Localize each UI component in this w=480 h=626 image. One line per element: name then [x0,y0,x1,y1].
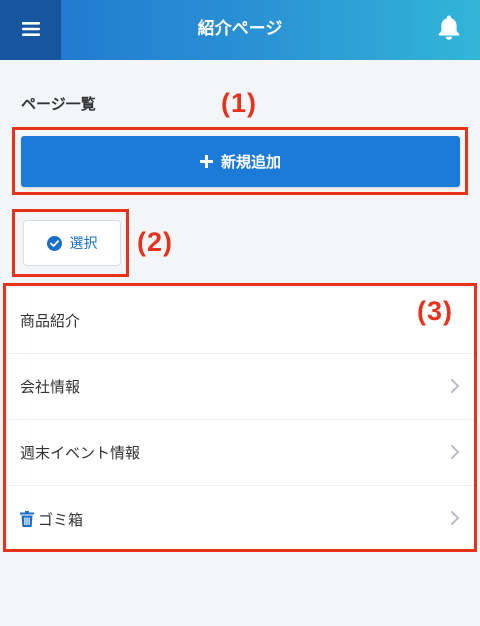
chevron-right-icon [450,510,460,526]
bell-icon [437,14,461,44]
list-item[interactable]: 商品紹介 [8,288,474,354]
select-label: 選択 [69,236,98,252]
list-item-label: 会社情報 [20,378,81,396]
trash-icon [20,511,34,527]
callout-label-2: (2) [137,227,173,257]
callout-label-1: (1) [221,88,257,118]
list-item-label: 週末イベント情報 [20,444,141,462]
list-item-trash[interactable]: ゴミ箱 [8,486,474,552]
list-item-label: ゴミ箱 [38,510,84,529]
list-item-label: 商品紹介 [20,312,81,330]
notification-button[interactable] [436,15,462,43]
add-new-button[interactable]: 新規追加 [21,136,460,187]
chevron-right-icon [450,378,460,394]
app-header: 紹介ページ [0,0,480,60]
add-new-label: 新規追加 [220,153,281,171]
page-title: 紹介ページ [197,19,283,39]
menu-button[interactable] [0,0,61,60]
section-title: ページ一覧 [21,95,96,113]
hamburger-icon [21,21,40,40]
check-circle-icon [46,235,62,251]
list-item[interactable]: 会社情報 [8,354,474,420]
chevron-right-icon [450,444,460,460]
list-item[interactable]: 週末イベント情報 [8,420,474,486]
callout-label-3: (3) [417,296,453,326]
select-button[interactable]: 選択 [23,220,121,266]
plus-icon [199,155,213,168]
page-list: 商品紹介 会社情報 週末イベント情報 ゴミ箱 [8,288,474,550]
